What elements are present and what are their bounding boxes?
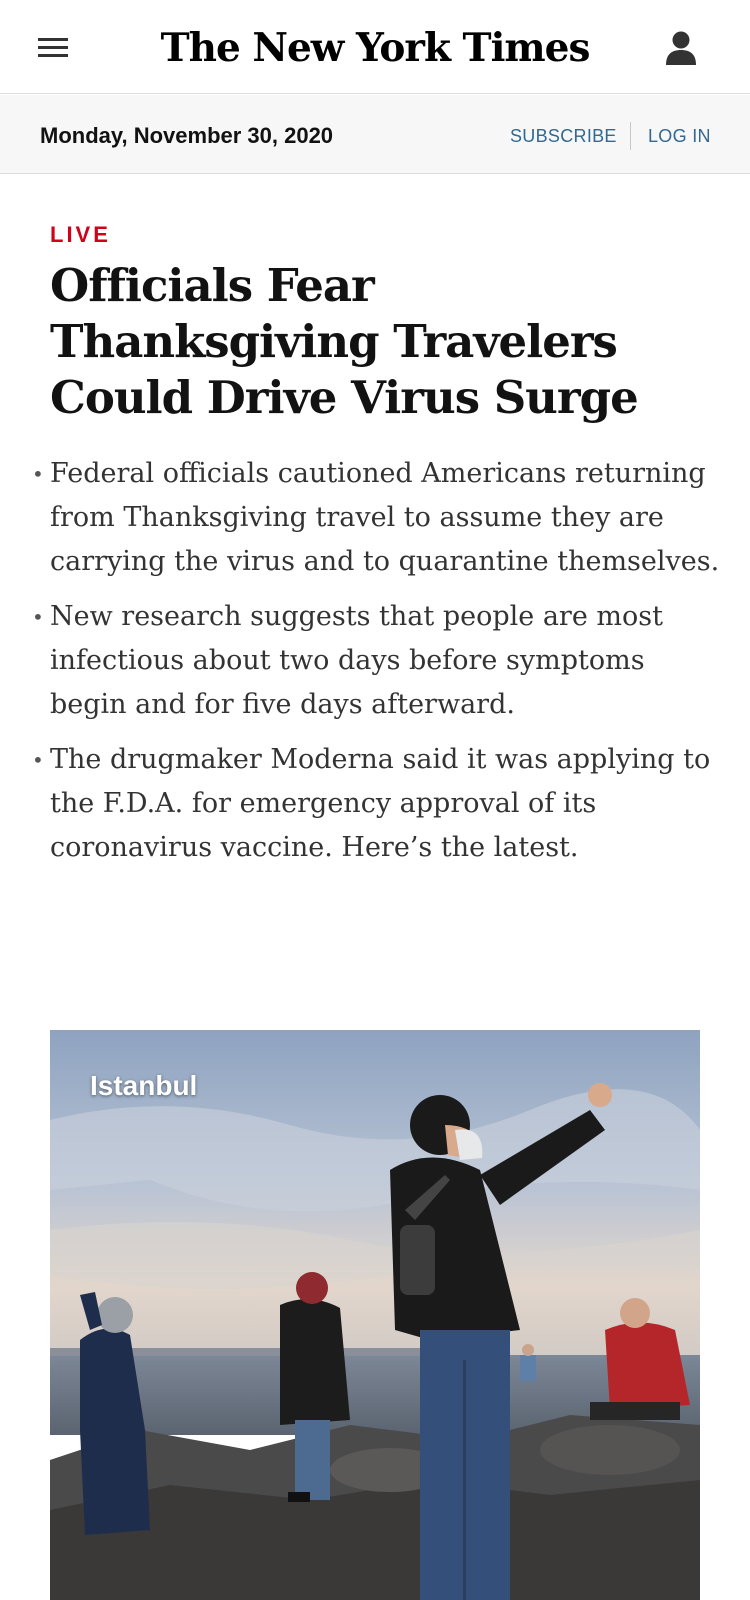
summary-text: Federal officials cautioned Americans re… <box>50 458 720 577</box>
bullet-icon: • <box>32 462 44 486</box>
current-date: Monday, November 30, 2020 <box>40 123 334 148</box>
date-bar: Monday, November 30, 2020 SUBSCRIBE LOG … <box>0 95 750 174</box>
masthead: The New York Times <box>0 0 750 94</box>
photo-illustration <box>50 1030 700 1600</box>
story-summary-list: • Federal officials cautioned Americans … <box>30 452 720 881</box>
story-photo[interactable]: Istanbul <box>50 1030 700 1600</box>
summary-item: • The drugmaker Moderna said it was appl… <box>30 738 720 870</box>
photo-caption: Istanbul <box>90 1070 198 1101</box>
summary-text: The drugmaker Moderna said it was applyi… <box>50 744 711 863</box>
person-far-seated <box>520 1344 536 1381</box>
story-headline[interactable]: Officials Fear Thanksgiving Travelers Co… <box>50 258 710 426</box>
nyt-logo[interactable]: The New York Times <box>0 22 750 74</box>
user-account-icon[interactable] <box>664 30 698 66</box>
summary-text: New research suggests that people are mo… <box>50 601 663 720</box>
bullet-icon: • <box>32 605 44 629</box>
summary-item: • Federal officials cautioned Americans … <box>30 452 720 584</box>
link-divider <box>630 122 631 150</box>
summary-item: • New research suggests that people are … <box>30 595 720 727</box>
login-link[interactable]: LOG IN <box>648 126 711 147</box>
bullet-icon: • <box>32 748 44 772</box>
subscribe-link[interactable]: SUBSCRIBE <box>510 126 617 147</box>
live-label: LIVE <box>50 222 111 247</box>
